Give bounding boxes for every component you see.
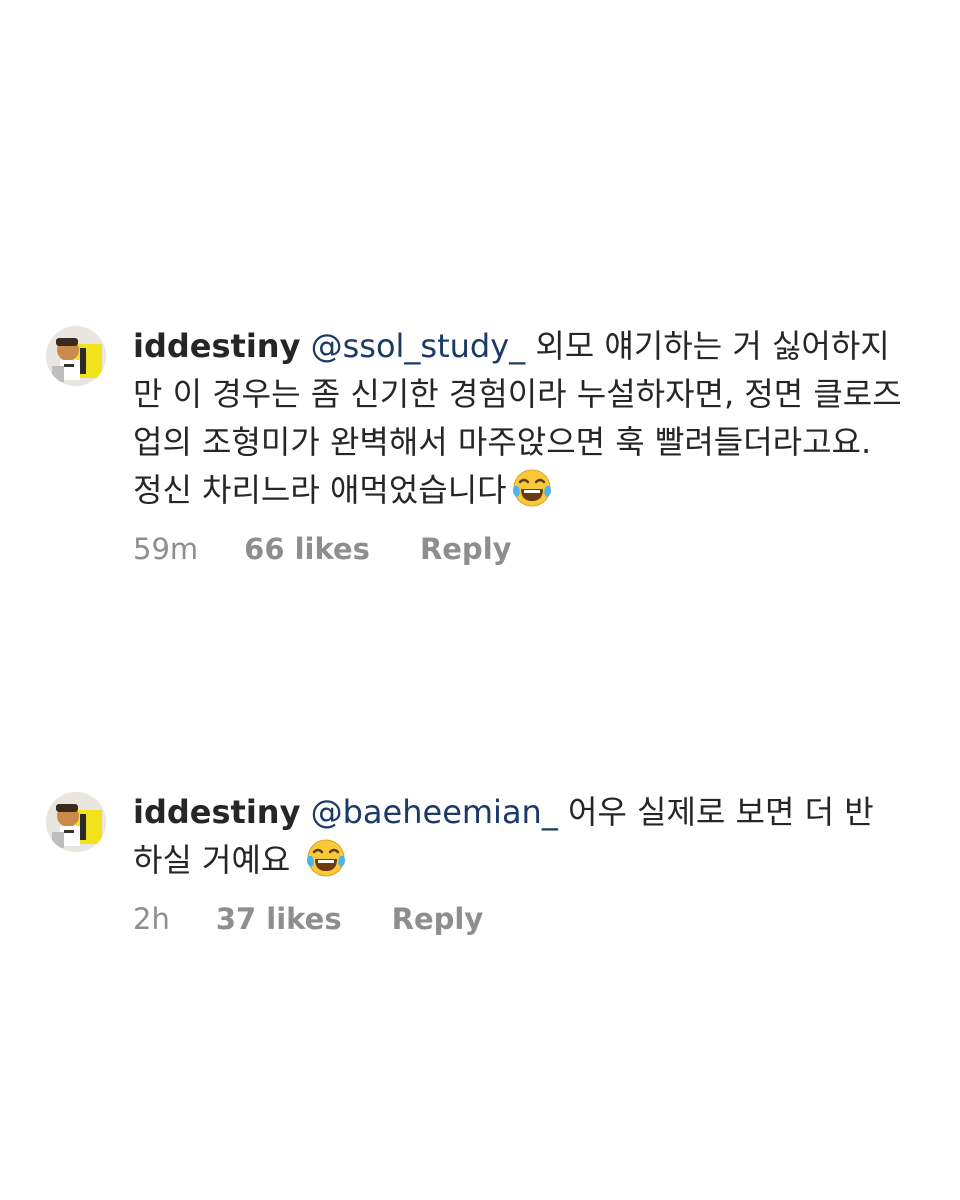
avatar[interactable]	[46, 792, 106, 852]
reply-button[interactable]: Reply	[420, 532, 512, 566]
comment-mention[interactable]: @ssol_study_	[311, 327, 526, 365]
comment-likes-count[interactable]: 37 likes	[216, 902, 342, 936]
comment-text: iddestiny @ssol_study_ 외모 얘기하는 거 싫어하지만 이…	[133, 322, 903, 514]
avatar-image	[46, 326, 106, 386]
comment-timestamp: 2h	[133, 902, 170, 936]
comment-likes-count[interactable]: 66 likes	[244, 532, 370, 566]
comment-timestamp: 59m	[133, 532, 199, 566]
comment-meta: 2h 37 likes Reply	[133, 902, 903, 936]
avatar[interactable]	[46, 326, 106, 386]
comment-username[interactable]: iddestiny	[133, 327, 300, 365]
comment-meta: 59m 66 likes Reply	[133, 532, 903, 566]
avatar-image	[46, 792, 106, 852]
face-with-tears-of-joy-icon	[305, 837, 347, 879]
comment-username[interactable]: iddestiny	[133, 793, 300, 831]
reply-button[interactable]: Reply	[392, 902, 484, 936]
face-with-tears-of-joy-icon	[511, 467, 553, 509]
comment-text: iddestiny @baeheemian_ 어우 실제로 보면 더 반하실 거…	[133, 788, 903, 884]
comment-mention[interactable]: @baeheemian_	[311, 793, 558, 831]
